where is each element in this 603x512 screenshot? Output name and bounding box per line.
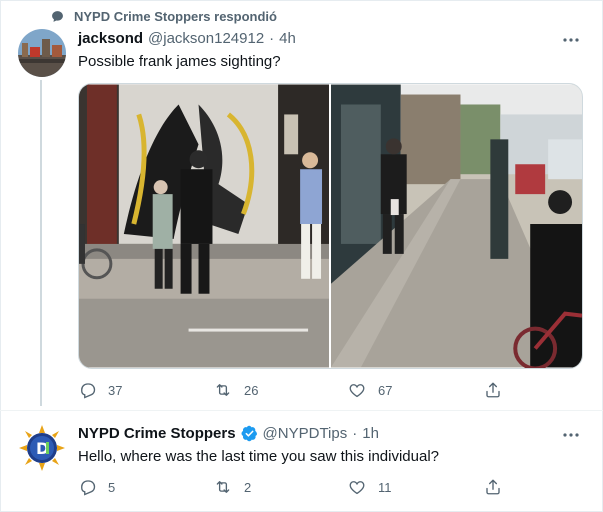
reply-button[interactable]: 37 <box>78 381 122 399</box>
share-button[interactable] <box>484 478 502 496</box>
verified-badge-icon <box>241 425 258 442</box>
reply-icon <box>81 383 96 399</box>
tweet-text: Hello, where was the last time you saw t… <box>78 448 440 465</box>
like-button[interactable]: 67 <box>348 381 392 399</box>
photo-left[interactable] <box>79 84 329 368</box>
reply-context[interactable]: NYPD Crime Stoppers respondió <box>50 9 277 24</box>
thread-connector-line <box>40 80 42 406</box>
avatar[interactable] <box>18 29 66 77</box>
tweet-header: NYPD Crime Stoppers @NYPDTips · 1h <box>78 425 379 442</box>
more-icon[interactable] <box>561 32 581 48</box>
retweet-icon <box>216 481 230 493</box>
reply-context-text: NYPD Crime Stoppers respondió <box>74 9 277 24</box>
tweet-divider <box>0 410 603 411</box>
avatar[interactable]: D <box>18 424 66 472</box>
retweet-count: 26 <box>244 382 259 398</box>
timestamp[interactable]: 1h <box>362 425 379 442</box>
share-button[interactable] <box>484 381 502 399</box>
separator-dot: · <box>269 30 275 47</box>
user-handle[interactable]: @jackson124912 <box>148 30 264 47</box>
like-icon <box>349 481 365 495</box>
like-count: 67 <box>378 382 393 398</box>
speech-bubble-icon <box>50 10 64 24</box>
like-icon <box>349 384 365 398</box>
photo-right[interactable] <box>331 84 582 368</box>
tweet-actions: 37 26 67 <box>78 381 500 401</box>
display-name[interactable]: jacksond <box>78 30 143 47</box>
tweet-text: Possible frank james sighting? <box>78 53 281 70</box>
retweet-button[interactable]: 26 <box>214 381 258 399</box>
more-icon[interactable] <box>561 427 581 443</box>
reply-icon <box>81 480 96 496</box>
reply-count: 5 <box>108 479 116 495</box>
user-handle[interactable]: @NYPDTips <box>263 425 348 442</box>
share-icon <box>486 382 500 398</box>
retweet-button[interactable]: 2 <box>214 478 251 496</box>
reply-button[interactable]: 5 <box>78 478 115 496</box>
tweet-header: jacksond @jackson124912 · 4h <box>78 30 296 47</box>
media-grid <box>78 83 583 369</box>
display-name[interactable]: NYPD Crime Stoppers <box>78 425 236 442</box>
timestamp[interactable]: 4h <box>279 30 296 47</box>
retweet-icon <box>216 384 230 396</box>
retweet-count: 2 <box>244 479 252 495</box>
share-icon <box>486 479 500 495</box>
separator-dot: · <box>352 425 358 442</box>
tweet-actions: 5 2 11 <box>78 478 500 498</box>
like-button[interactable]: 11 <box>348 478 392 496</box>
reply-count: 37 <box>108 382 123 398</box>
like-count: 11 <box>378 479 392 495</box>
